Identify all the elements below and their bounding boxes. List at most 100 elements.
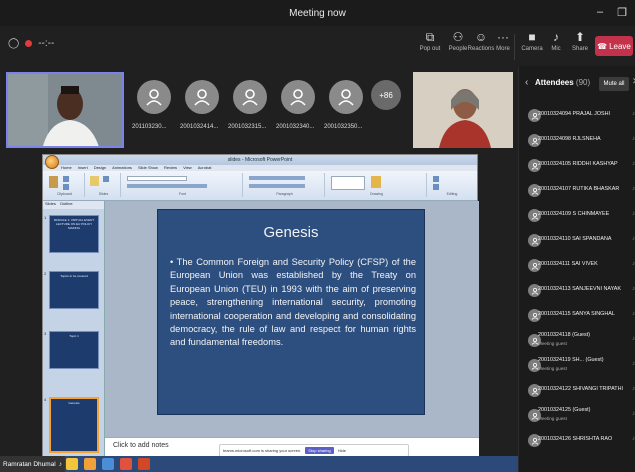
attendee-row[interactable]: 20010324113 SANJEEVNI NAYAK ♪ bbox=[519, 279, 635, 303]
slide-thumbnail-2[interactable]: Topics to be covered bbox=[49, 271, 99, 309]
hide-banner-button[interactable]: Hide bbox=[338, 448, 346, 453]
slide-thumbnail-3[interactable]: Topic 1 bbox=[49, 331, 99, 369]
participant-name-5: 2001032350... bbox=[324, 124, 363, 130]
ribbon-tab-view[interactable]: View bbox=[183, 165, 192, 170]
powerpoint-window-icon[interactable] bbox=[138, 458, 150, 470]
attendee-name: 20010324126 SHRISHTA RAO bbox=[538, 436, 613, 442]
more-participants-button[interactable]: +86 bbox=[371, 80, 401, 110]
alignment-buttons[interactable] bbox=[249, 184, 305, 188]
participant-video-2[interactable] bbox=[413, 72, 513, 148]
powerpoint-window: slides - Microsoft PowerPoint Home Inser… bbox=[42, 154, 479, 472]
back-icon[interactable]: ‹ bbox=[525, 77, 528, 88]
attendee-name: 20010324113 SANJEEVNI NAYAK bbox=[538, 286, 622, 292]
attendee-name: 20010324109 S CHINMAYEE bbox=[538, 211, 610, 217]
attendee-row[interactable]: 20010324122 SHIVANGI TRIPATHI ♪ bbox=[519, 379, 635, 403]
paragraph-buttons[interactable] bbox=[249, 176, 305, 180]
slide-number-2: 2 bbox=[44, 271, 47, 276]
ribbon-tab-home[interactable]: Home bbox=[61, 165, 72, 170]
stop-sharing-button[interactable]: Stop sharing bbox=[305, 447, 334, 454]
mic-label: Mic bbox=[551, 46, 561, 52]
tab-slides[interactable]: Slides bbox=[45, 201, 56, 209]
attendee-row[interactable]: 20010324125 (Guest) Meeting guest ♪ bbox=[519, 404, 635, 428]
folder-icon[interactable] bbox=[66, 458, 78, 470]
slides-panel: Slides Outline 1 MODULE 1: VIRTUAL EVENT… bbox=[43, 201, 105, 463]
attendees-title-text: Attendees bbox=[535, 78, 574, 87]
presenter-label: Ramratan Dhumal ♪ bbox=[0, 456, 65, 472]
attendee-row[interactable]: 20010324107 RUTIKA BHASKAR ♪ bbox=[519, 179, 635, 203]
ribbon-tab-review[interactable]: Review bbox=[164, 165, 177, 170]
person-icon bbox=[146, 89, 162, 106]
share-icon: ⬆ bbox=[574, 30, 586, 44]
more-label: More bbox=[496, 46, 510, 52]
attendee-row[interactable]: 20010324109 S CHINMAYEE ♪ bbox=[519, 204, 635, 228]
ribbon-group-drawing: Drawing bbox=[327, 173, 427, 197]
popout-button[interactable]: ⧉ Pop out bbox=[415, 30, 445, 52]
meeting-timer: --:-- bbox=[38, 38, 55, 49]
shapes-gallery[interactable] bbox=[331, 176, 365, 190]
shield-icon: ◯ bbox=[8, 38, 20, 49]
arrange-icon[interactable] bbox=[371, 176, 381, 188]
people-label: People bbox=[448, 46, 468, 52]
ribbon-tab-acrobat[interactable]: Acrobat bbox=[198, 165, 212, 170]
ribbon-tab-animations[interactable]: Animations bbox=[112, 165, 132, 170]
font-name-select[interactable] bbox=[127, 176, 187, 181]
slide-number-1: 1 bbox=[44, 215, 47, 220]
participant-video-1[interactable] bbox=[6, 72, 124, 148]
mute-all-button[interactable]: Mute all bbox=[599, 77, 629, 91]
participant-avatar-1[interactable] bbox=[137, 80, 171, 114]
paste-icon[interactable] bbox=[49, 176, 58, 188]
phone-icon: ☎ bbox=[597, 41, 608, 51]
attendee-name: 20010324098 RJLSNEHA bbox=[538, 136, 601, 142]
attendee-row[interactable]: 20010324094 PRAJAL JOSHI ♪ bbox=[519, 104, 635, 128]
ribbon-group-editing: Editing bbox=[429, 173, 475, 197]
replace-icon[interactable] bbox=[433, 184, 439, 190]
ribbon-tab-insert[interactable]: Insert bbox=[78, 165, 88, 170]
new-slide-icon[interactable] bbox=[90, 176, 99, 186]
ribbon: Clipboard Slides Font Paragraph Drawing … bbox=[43, 171, 477, 201]
office-button-icon[interactable] bbox=[45, 155, 59, 169]
attendee-row[interactable]: 20010324126 SHRISHTA RAO ♪ bbox=[519, 429, 635, 453]
notes-placeholder: Click to add notes bbox=[113, 442, 169, 449]
attendee-row[interactable]: 20010324119 SH... (Guest) Meeting guest … bbox=[519, 354, 635, 378]
ribbon-group-label: Font bbox=[178, 192, 186, 196]
attendee-row[interactable]: 20010324115 SANYA SINGHAL ♪ bbox=[519, 304, 635, 328]
attendee-row[interactable]: 20010324110 SAI SPANDANA ♪ bbox=[519, 229, 635, 253]
attendee-row[interactable]: 20010324105 RIDDHI KASHYAP ♪ bbox=[519, 154, 635, 178]
attendee-row[interactable]: 20010324098 RJLSNEHA ♪ bbox=[519, 129, 635, 153]
attendee-row[interactable]: 20010324111 SAI VIVEK ♪ bbox=[519, 254, 635, 278]
ribbon-group-font: Font bbox=[123, 173, 243, 197]
minimize-button[interactable]: – bbox=[597, 6, 603, 19]
find-icon[interactable] bbox=[433, 176, 439, 182]
tab-outline[interactable]: Outline bbox=[60, 201, 73, 209]
people-icon: ⚇ bbox=[452, 30, 464, 44]
copy-icon[interactable] bbox=[63, 184, 69, 190]
popout-icon: ⧉ bbox=[425, 30, 435, 44]
mic-icon: ♪ bbox=[553, 30, 559, 44]
layout-icon[interactable] bbox=[103, 176, 109, 182]
attendees-panel: ‹ Attendees (90) Mute all ✕ 20010324094 … bbox=[518, 66, 635, 472]
current-slide[interactable]: Genesis • The Common Foreign and Securit… bbox=[157, 209, 425, 415]
ribbon-group-clipboard: Clipboard bbox=[45, 173, 85, 197]
participant-avatar-3[interactable] bbox=[233, 80, 267, 114]
more-icon: ··· bbox=[497, 30, 509, 44]
person-icon bbox=[242, 89, 258, 106]
camera-icon: ■ bbox=[528, 30, 536, 44]
participant-avatar-2[interactable] bbox=[185, 80, 219, 114]
maximize-button[interactable]: ❐ bbox=[617, 6, 627, 19]
person-icon bbox=[194, 89, 210, 106]
powerpoint-icon[interactable] bbox=[120, 458, 132, 470]
ribbon-tab-design[interactable]: Design bbox=[94, 165, 106, 170]
slide-thumbnail-4[interactable]: Genesis bbox=[49, 397, 99, 453]
cut-icon[interactable] bbox=[63, 176, 69, 182]
media-icon[interactable] bbox=[84, 458, 96, 470]
share-button[interactable]: ⬆ Share bbox=[565, 30, 595, 52]
participant-avatar-5[interactable] bbox=[329, 80, 363, 114]
font-format-buttons[interactable] bbox=[127, 184, 207, 188]
leave-button[interactable]: ☎ Leave bbox=[595, 36, 633, 56]
browser-icon[interactable] bbox=[102, 458, 114, 470]
ribbon-tab-slideshow[interactable]: Slide Show bbox=[138, 165, 158, 170]
slide-body-text: • The Common Foreign and Security Policy… bbox=[170, 257, 416, 348]
slide-thumbnail-1[interactable]: MODULE 1: VIRTUAL EVENT LECTURE ON EU PO… bbox=[49, 215, 99, 253]
attendee-row[interactable]: 20010324118 (Guest) Meeting guest ♪ bbox=[519, 329, 635, 353]
participant-avatar-4[interactable] bbox=[281, 80, 315, 114]
